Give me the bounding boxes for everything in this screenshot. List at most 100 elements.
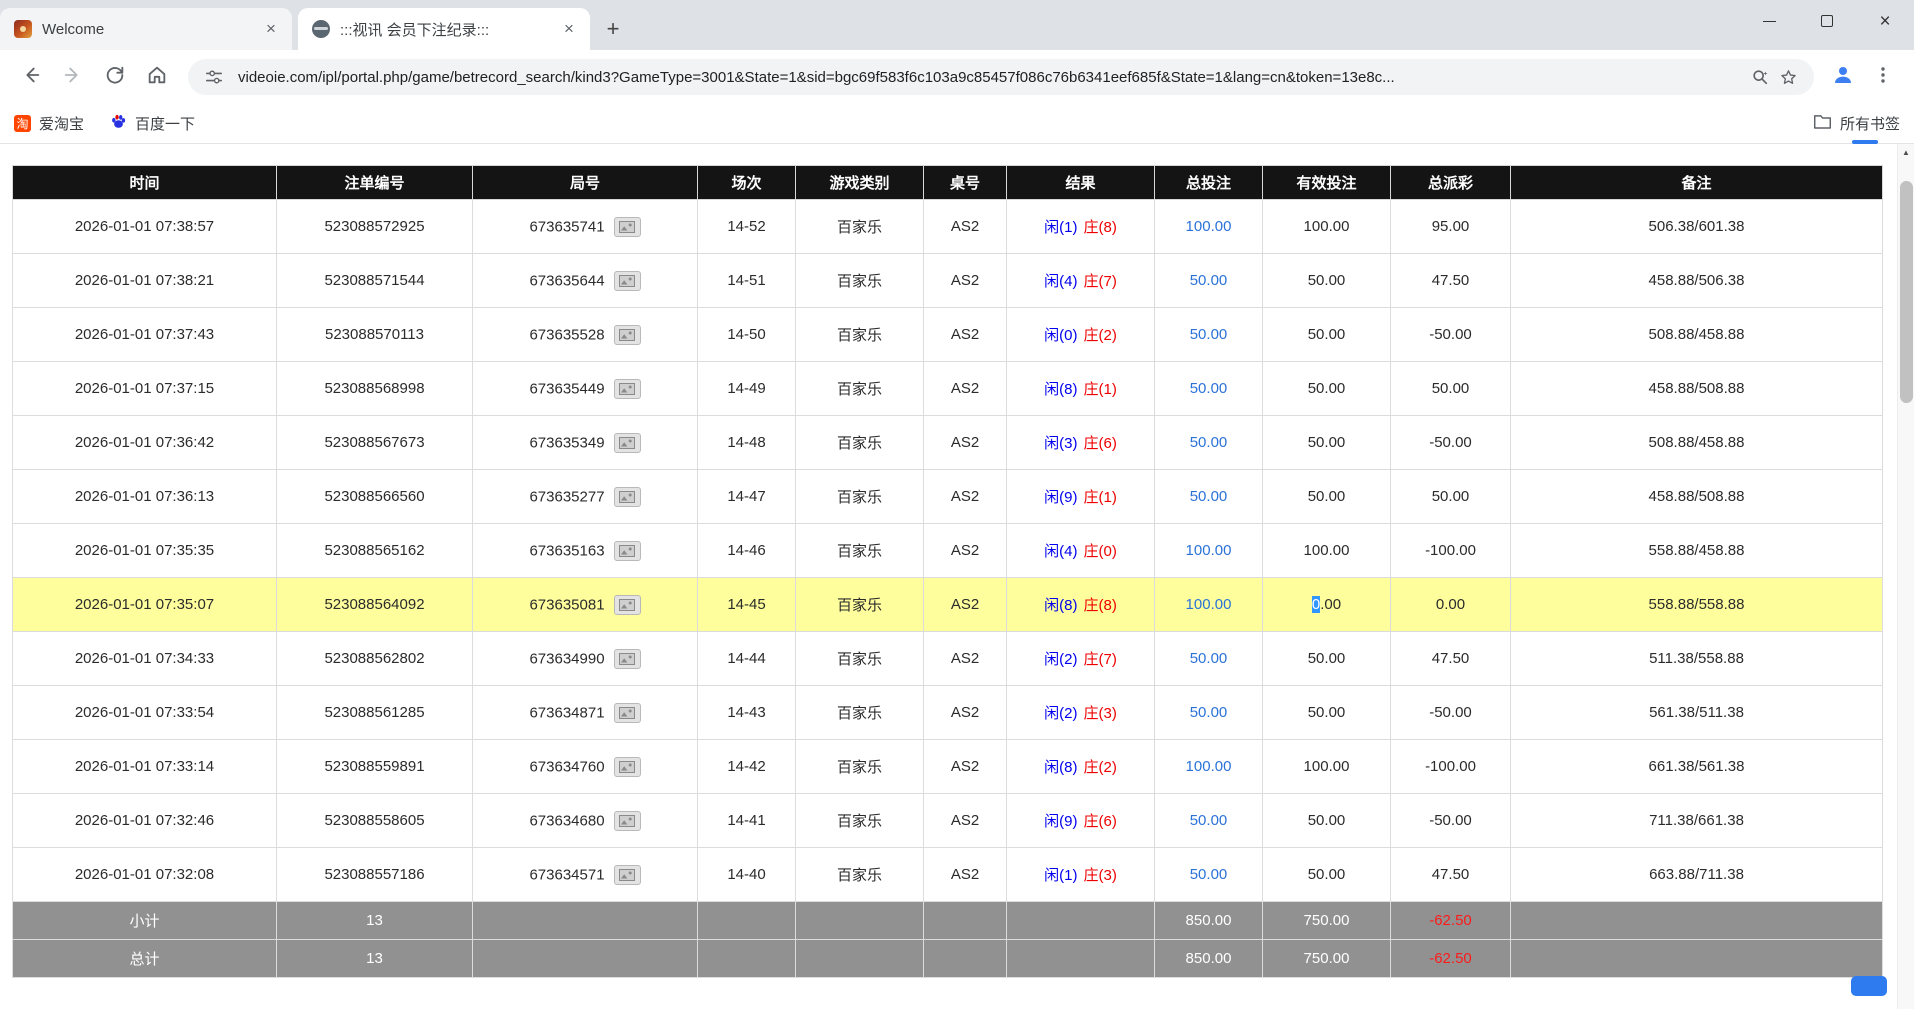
menu-button[interactable]: [1864, 58, 1902, 96]
cell-payout: 47.50: [1391, 632, 1511, 686]
column-header-5: 游戏类别: [796, 166, 924, 200]
table-row: 2026-01-01 07:35:07 523088564092 6736350…: [13, 578, 1883, 632]
close-button[interactable]: ×: [1856, 0, 1914, 42]
replay-video-icon[interactable]: [614, 595, 641, 615]
bookmark-label: 百度一下: [135, 113, 195, 134]
cell-valid-bet: 100.00: [1263, 200, 1391, 254]
cell-round: 673635277: [473, 470, 698, 524]
url-text[interactable]: videoie.com/ipl/portal.php/game/betrecor…: [238, 69, 1746, 86]
maximize-button[interactable]: [1798, 0, 1856, 42]
summary-valid-bet: 750.00: [1263, 940, 1391, 978]
cell-round: 673634990: [473, 632, 698, 686]
back-button[interactable]: [12, 58, 50, 96]
cell-remark: 511.38/558.88: [1511, 632, 1883, 686]
address-bar[interactable]: videoie.com/ipl/portal.php/game/betrecor…: [188, 59, 1814, 95]
forward-button[interactable]: [54, 58, 92, 96]
cell-bet-id: 523088562802: [277, 632, 473, 686]
cell-total-bet[interactable]: 100.00: [1155, 578, 1263, 632]
back-icon: [20, 64, 42, 91]
bet-records-table: 时间注单编号局号场次游戏类别桌号结果总投注有效投注总派彩备注 2026-01-0…: [12, 165, 1883, 978]
cell-total-bet[interactable]: 50.00: [1155, 470, 1263, 524]
tab-welcome[interactable]: Welcome ×: [0, 8, 292, 50]
banker-result: 庄(7): [1084, 273, 1117, 290]
bookmark-aitaobao[interactable]: 淘 爱淘宝: [14, 113, 84, 134]
bookmark-baidu[interactable]: 百度一下: [110, 113, 195, 134]
replay-video-icon[interactable]: [614, 703, 641, 723]
cell-total-bet[interactable]: 50.00: [1155, 254, 1263, 308]
scroll-up-icon[interactable]: ▲: [1898, 144, 1914, 161]
round-number: 673634571: [529, 866, 604, 883]
bookmark-star-icon[interactable]: [1774, 63, 1802, 91]
cell-session: 14-51: [698, 254, 796, 308]
profile-avatar[interactable]: [1826, 60, 1860, 94]
person-icon: [1831, 63, 1855, 92]
close-tab-icon[interactable]: ×: [260, 18, 282, 40]
new-tab-button[interactable]: +: [598, 14, 628, 44]
cell-bet-id: 523088571544: [277, 254, 473, 308]
cell-total-bet[interactable]: 50.00: [1155, 794, 1263, 848]
summary-empty: [924, 940, 1007, 978]
tab-strip: Welcome × :::视讯 会员下注纪录::: × + ×: [0, 0, 1914, 50]
cell-game-type: 百家乐: [796, 848, 924, 902]
maximize-icon: [1821, 15, 1833, 27]
site-settings-icon[interactable]: [200, 63, 228, 91]
cell-total-bet[interactable]: 50.00: [1155, 308, 1263, 362]
cell-table-number: AS2: [924, 416, 1007, 470]
round-number: 673634990: [529, 650, 604, 667]
round-number: 673635528: [529, 326, 604, 343]
cell-total-bet[interactable]: 50.00: [1155, 416, 1263, 470]
cell-game-type: 百家乐: [796, 416, 924, 470]
reload-button[interactable]: [96, 58, 134, 96]
all-bookmarks-button[interactable]: 所有书签: [1813, 113, 1900, 134]
replay-video-icon[interactable]: [614, 325, 641, 345]
cell-total-bet[interactable]: 50.00: [1155, 686, 1263, 740]
table-row: 2026-01-01 07:32:08 523088557186 6736345…: [13, 848, 1883, 902]
scrollbar-thumb[interactable]: [1900, 181, 1913, 403]
table-row: 2026-01-01 07:35:35 523088565162 6736351…: [13, 524, 1883, 578]
scrollbar[interactable]: ▲: [1897, 144, 1914, 1009]
cell-table-number: AS2: [924, 632, 1007, 686]
replay-video-icon[interactable]: [614, 271, 641, 291]
cell-remark: 458.88/508.88: [1511, 362, 1883, 416]
replay-video-icon[interactable]: [614, 649, 641, 669]
cell-remark: 458.88/506.38: [1511, 254, 1883, 308]
player-result: 闲(8): [1044, 759, 1077, 776]
cell-bet-id: 523088567673: [277, 416, 473, 470]
tab-bet-records[interactable]: :::视讯 会员下注纪录::: ×: [298, 8, 590, 50]
cell-bet-id: 523088572925: [277, 200, 473, 254]
home-button[interactable]: [138, 58, 176, 96]
cell-total-bet[interactable]: 50.00: [1155, 848, 1263, 902]
replay-video-icon[interactable]: [614, 811, 641, 831]
cell-total-bet[interactable]: 100.00: [1155, 200, 1263, 254]
cell-valid-bet: 100.00: [1263, 524, 1391, 578]
player-result: 闲(2): [1044, 705, 1077, 722]
replay-video-icon[interactable]: [614, 487, 641, 507]
cell-valid-bet: 50.00: [1263, 848, 1391, 902]
lens-search-icon[interactable]: [1746, 63, 1774, 91]
column-header-7: 结果: [1007, 166, 1155, 200]
replay-video-icon[interactable]: [614, 865, 641, 885]
cell-session: 14-50: [698, 308, 796, 362]
replay-video-icon[interactable]: [614, 379, 641, 399]
cell-time: 2026-01-01 07:32:46: [13, 794, 277, 848]
cell-total-bet[interactable]: 100.00: [1155, 524, 1263, 578]
cell-total-bet[interactable]: 100.00: [1155, 740, 1263, 794]
replay-video-icon[interactable]: [614, 541, 641, 561]
round-number: 673635349: [529, 434, 604, 451]
replay-video-icon[interactable]: [614, 433, 641, 453]
table-row: 2026-01-01 07:37:15 523088568998 6736354…: [13, 362, 1883, 416]
replay-video-icon[interactable]: [614, 757, 641, 777]
replay-video-icon[interactable]: [614, 217, 641, 237]
cell-total-bet[interactable]: 50.00: [1155, 362, 1263, 416]
cell-result: 闲(9)庄(1): [1007, 470, 1155, 524]
close-tab-icon[interactable]: ×: [558, 18, 580, 40]
cell-bet-id: 523088568998: [277, 362, 473, 416]
cell-total-bet[interactable]: 50.00: [1155, 632, 1263, 686]
floating-action-button[interactable]: [1851, 976, 1887, 996]
minimize-button[interactable]: [1740, 0, 1798, 42]
browser-toolbar: videoie.com/ipl/portal.php/game/betrecor…: [0, 50, 1914, 104]
cell-bet-id: 523088559891: [277, 740, 473, 794]
banker-result: 庄(2): [1084, 759, 1117, 776]
cell-payout: -100.00: [1391, 740, 1511, 794]
cell-remark: 508.88/458.88: [1511, 416, 1883, 470]
